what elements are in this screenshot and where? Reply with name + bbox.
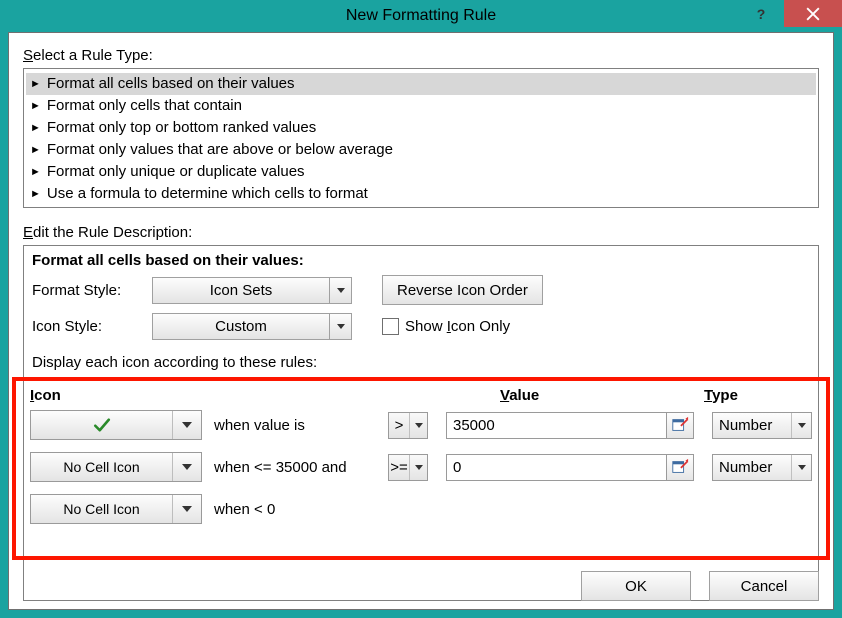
- icon-style-label: Icon Style:: [32, 318, 142, 335]
- operator-dropdown[interactable]: >: [388, 412, 428, 439]
- icon-rule-row: No Cell Icon when < 0: [30, 494, 812, 524]
- chevron-down-icon: [409, 455, 427, 480]
- range-picker-icon: [671, 458, 689, 476]
- icon-dropdown[interactable]: No Cell Icon: [30, 452, 202, 482]
- chevron-down-icon: [791, 455, 811, 480]
- arrow-right-icon: ►: [30, 122, 41, 134]
- show-icon-only-label: Show Icon Only: [405, 318, 510, 335]
- window-title: New Formatting Rule: [0, 7, 842, 25]
- chevron-down-icon: [173, 495, 201, 523]
- icon-column-header: Icon: [30, 387, 230, 404]
- rule-type-item[interactable]: ► Format only unique or duplicate values: [26, 161, 816, 183]
- window-frame: New Formatting Rule ? Select a Rule Type…: [0, 0, 842, 618]
- icon-dropdown[interactable]: [30, 410, 202, 440]
- chevron-down-icon: [173, 453, 201, 481]
- icon-rule-row: No Cell Icon when <= 35000 and >= Number: [30, 452, 812, 482]
- condition-text: when < 0: [208, 501, 382, 518]
- icon-style-combo[interactable]: Custom: [152, 313, 352, 340]
- dialog-body: Select a Rule Type: ► Format all cells ba…: [8, 32, 834, 610]
- rule-type-item[interactable]: ► Use a formula to determine which cells …: [26, 183, 816, 205]
- show-icon-only-checkbox[interactable]: Show Icon Only: [382, 318, 510, 335]
- range-picker-button[interactable]: [666, 412, 694, 439]
- icon-rules-area: Icon Value Type when value is>NumberNo C…: [12, 377, 830, 560]
- type-value: Number: [713, 459, 791, 476]
- arrow-right-icon: ►: [30, 188, 41, 200]
- rule-type-label: Format all cells based on their values: [47, 75, 295, 92]
- rule-type-label: Use a formula to determine which cells t…: [47, 185, 368, 202]
- ok-button[interactable]: OK: [581, 571, 691, 601]
- rule-type-list[interactable]: ►Format all cells based on their values►…: [23, 68, 819, 208]
- format-style-combo[interactable]: Icon Sets: [152, 277, 352, 304]
- reverse-icon-order-button[interactable]: Reverse Icon Order: [382, 275, 543, 305]
- chevron-down-icon: [173, 411, 201, 439]
- cancel-button[interactable]: Cancel: [709, 571, 819, 601]
- icon-style-value: Custom: [153, 318, 329, 335]
- format-style-label: Format Style:: [32, 282, 142, 299]
- arrow-right-icon: ►: [30, 144, 41, 156]
- format-style-value: Icon Sets: [153, 282, 329, 299]
- arrow-right-icon: ►: [30, 166, 41, 178]
- operator-value: >: [389, 417, 409, 434]
- rule-type-label: Format only unique or duplicate values: [47, 163, 305, 180]
- rule-type-label: Format only top or bottom ranked values: [47, 119, 316, 136]
- type-dropdown[interactable]: Number: [712, 454, 812, 481]
- value-input[interactable]: [446, 454, 666, 481]
- help-button[interactable]: ?: [738, 0, 784, 27]
- type-column-header: Type: [692, 387, 812, 404]
- icon-rule-row: when value is > Number: [30, 410, 812, 440]
- rule-description-box: Format all cells based on their values: …: [23, 245, 819, 601]
- icon-dropdown-display: No Cell Icon: [31, 495, 173, 523]
- range-picker-button[interactable]: [666, 454, 694, 481]
- rule-type-item[interactable]: ► Format all cells based on their values: [26, 73, 816, 95]
- arrow-right-icon: ►: [30, 78, 41, 90]
- close-button[interactable]: [784, 0, 842, 27]
- close-icon: [806, 7, 820, 21]
- select-rule-type-label: Select a Rule Type:: [23, 47, 819, 64]
- rule-type-item[interactable]: ► Format only top or bottom ranked values: [26, 117, 816, 139]
- rule-type-item[interactable]: ► Format only cells that contain: [26, 95, 816, 117]
- chevron-down-icon: [409, 413, 427, 438]
- type-dropdown[interactable]: Number: [712, 412, 812, 439]
- condition-text: when value is: [208, 417, 382, 434]
- rule-type-label: Format only values that are above or bel…: [47, 141, 393, 158]
- condition-text: when <= 35000 and: [208, 459, 382, 476]
- green-check-icon: [93, 416, 111, 434]
- icon-dropdown[interactable]: No Cell Icon: [30, 494, 202, 524]
- operator-value: >=: [389, 459, 409, 476]
- icon-dropdown-display: [31, 411, 173, 439]
- chevron-down-icon: [791, 413, 811, 438]
- format-basis-title: Format all cells based on their values:: [32, 252, 810, 269]
- type-value: Number: [713, 417, 791, 434]
- title-bar[interactable]: New Formatting Rule ?: [0, 0, 842, 32]
- icon-dropdown-display: No Cell Icon: [31, 453, 173, 481]
- rule-type-label: Format only cells that contain: [47, 97, 242, 114]
- arrow-right-icon: ►: [30, 100, 41, 112]
- chevron-down-icon: [329, 278, 351, 303]
- value-input[interactable]: [446, 412, 666, 439]
- operator-dropdown[interactable]: >=: [388, 454, 428, 481]
- chevron-down-icon: [329, 314, 351, 339]
- checkbox-icon: [382, 318, 399, 335]
- rule-type-item[interactable]: ► Format only values that are above or be…: [26, 139, 816, 161]
- value-column-header: Value: [488, 387, 692, 404]
- display-rules-label: Display each icon according to these rul…: [32, 354, 810, 371]
- range-picker-icon: [671, 416, 689, 434]
- edit-rule-description-label: Edit the Rule Description:: [23, 224, 819, 241]
